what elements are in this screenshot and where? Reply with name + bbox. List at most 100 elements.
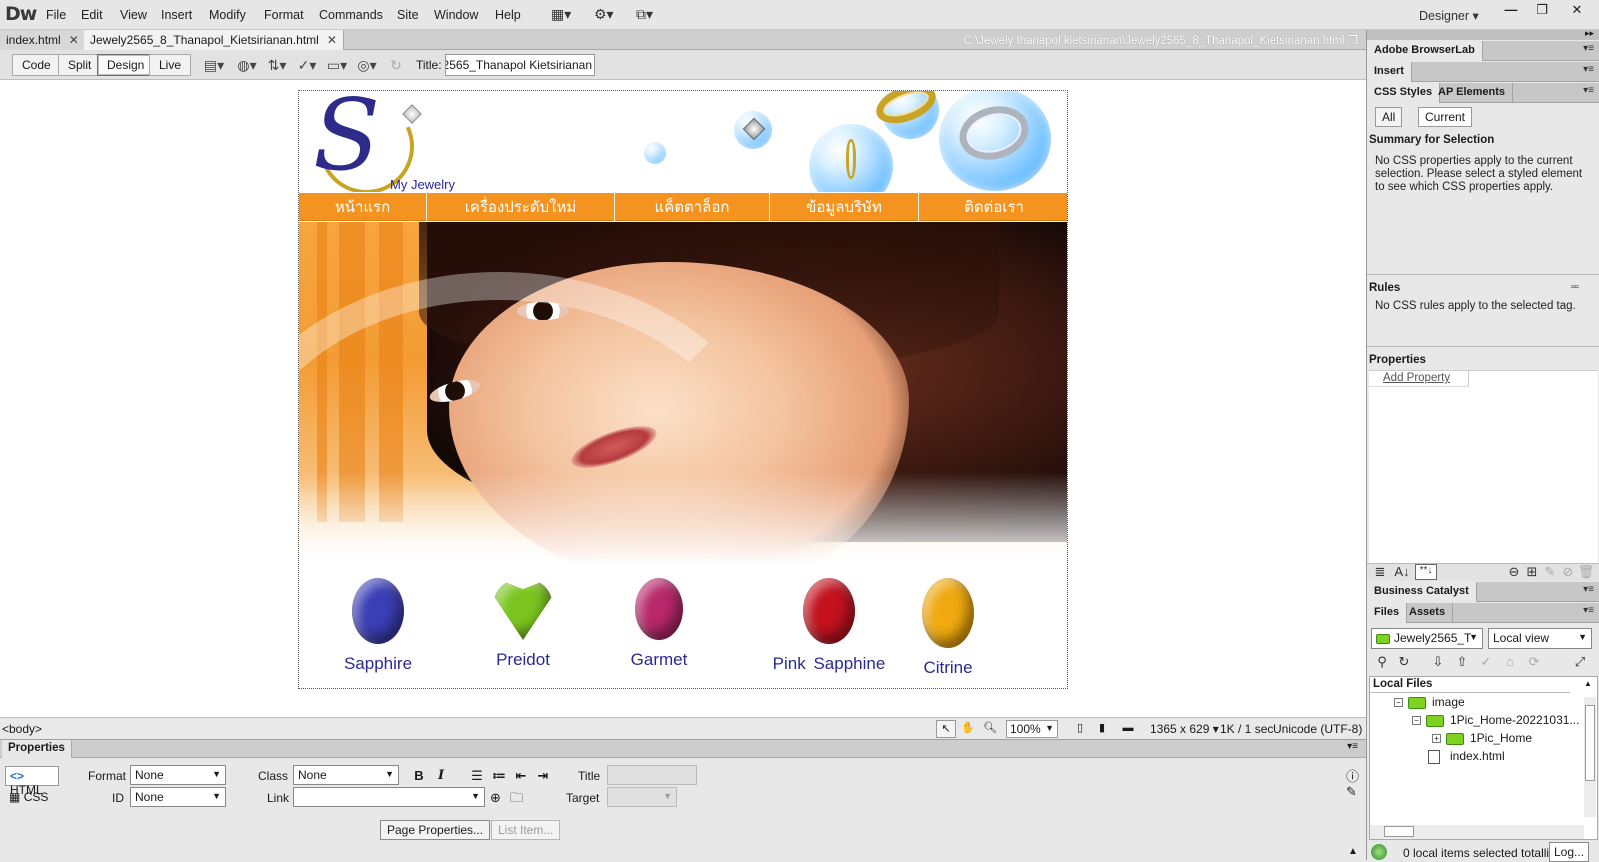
help-icon[interactable]: ⓘ — [1346, 766, 1359, 785]
expand-icon[interactable]: ⤢ — [1571, 654, 1589, 670]
multiscreen-icon[interactable]: ▤▾ — [203, 57, 225, 74]
indent-icon[interactable]: ⇥ — [534, 768, 552, 784]
browserlab-panel-header[interactable]: Adobe BrowserLab ▾≡ — [1367, 41, 1599, 61]
disable-property-icon[interactable]: ⊘ — [1559, 564, 1577, 580]
site-select[interactable]: Jewely2565_T ▼ — [1371, 628, 1483, 649]
log-button[interactable]: Log... — [1549, 842, 1590, 862]
format-select[interactable]: None ▼ — [130, 765, 226, 785]
gem-peridot[interactable]: Preidot — [473, 578, 573, 670]
point-to-file-icon[interactable]: ⊕ — [490, 790, 501, 806]
class-select[interactable]: None ▼ — [293, 765, 399, 785]
hand-tool-icon[interactable]: ✋ — [958, 720, 978, 738]
edit-rule-icon[interactable]: ✎ — [1541, 564, 1559, 580]
page-properties-button[interactable]: Page Properties... — [380, 820, 491, 840]
window-size[interactable]: 1365 x 629 ▾ — [1150, 722, 1219, 736]
menu-help[interactable]: Help — [495, 8, 521, 22]
panel-menu-icon[interactable]: ▾≡ — [1347, 741, 1358, 752]
menu-window[interactable]: Window — [434, 8, 478, 22]
tab-index-html[interactable]: index.html ✕ — [0, 30, 86, 50]
outdent-icon[interactable]: ⇤ — [512, 768, 530, 784]
zoom-tool-icon[interactable]: 🔍︎ — [980, 720, 1000, 738]
attach-stylesheet-icon[interactable]: ⊖ — [1505, 564, 1523, 580]
ordered-list-icon[interactable]: ≔ — [490, 768, 508, 784]
tab-assets[interactable]: Assets — [1402, 603, 1454, 623]
tablet-size-icon[interactable]: ▮ — [1092, 720, 1112, 738]
menu-modify[interactable]: Modify — [209, 8, 246, 22]
css-mode-button[interactable]: ▦ CSS — [5, 788, 59, 808]
check-browser-icon[interactable]: ✓▾ — [296, 57, 318, 74]
html-mode-button[interactable]: <> HTML — [5, 766, 59, 797]
id-select[interactable]: None ▼ — [130, 787, 226, 807]
collapse-dock-icon[interactable]: ▸▸ — [1585, 28, 1594, 39]
design-view[interactable]: S My Jewelry หน้าแรก เครื่องประดับใหม่ แ… — [0, 80, 1366, 717]
unordered-list-icon[interactable]: ☰ — [468, 768, 486, 784]
category-view-icon[interactable]: ≣ — [1371, 564, 1389, 580]
tag-selector[interactable]: <body> — [2, 722, 42, 736]
view-select[interactable]: Local view ▼ — [1488, 628, 1592, 649]
pointer-tool-icon[interactable]: ↖ — [936, 720, 956, 738]
tab-business-catalyst[interactable]: Business Catalyst — [1367, 582, 1477, 602]
tree-folder-image[interactable]: − image — [1370, 695, 1465, 709]
delete-rule-icon[interactable]: 🗑︎ — [1577, 564, 1595, 580]
vertical-scrollbar[interactable] — [1584, 697, 1596, 817]
split-view-button[interactable]: Split — [58, 54, 102, 76]
nav-catalog[interactable]: แค็ตตาล็อก — [615, 193, 770, 222]
gem-garnet[interactable]: Garmet — [609, 578, 709, 670]
scroll-up-icon[interactable]: ▲ — [1584, 679, 1592, 688]
document-title-input[interactable]: Jewely2565_Thanapol Kietsirianan — [445, 54, 595, 76]
connect-icon[interactable]: ⚲ — [1373, 654, 1391, 670]
refresh-icon[interactable]: ↻ — [1395, 654, 1413, 670]
list-item-button[interactable]: List Item... — [491, 820, 561, 840]
desktop-size-icon[interactable]: ▬ — [1118, 720, 1138, 738]
checkin-icon[interactable]: ⌂ — [1501, 654, 1519, 670]
close-button[interactable]: ✕ — [1563, 2, 1591, 18]
live-view-options-icon[interactable]: ◎▾ — [356, 57, 378, 74]
code-view-button[interactable]: Code — [12, 54, 61, 76]
menu-commands[interactable]: Commands — [319, 8, 383, 22]
panel-menu-icon[interactable]: ▾≡ — [1583, 584, 1594, 595]
insert-panel-header[interactable]: Insert ▾≡ — [1367, 62, 1599, 82]
scrollbar-thumb[interactable] — [1585, 705, 1595, 781]
nav-contact[interactable]: ติดต่อเรา — [919, 193, 1067, 222]
show-cascade-icon[interactable]: ▫▫ — [1571, 281, 1579, 293]
css-all-button[interactable]: All — [1375, 107, 1403, 127]
menu-edit[interactable]: Edit — [81, 8, 103, 22]
close-icon[interactable]: ✕ — [69, 33, 79, 47]
panel-menu-icon[interactable]: ▾≡ — [1583, 64, 1594, 75]
preview-browser-icon[interactable]: ◍▾ — [236, 57, 258, 74]
tree-file-index[interactable]: index.html — [1370, 749, 1505, 764]
italic-button[interactable]: I — [432, 768, 450, 783]
menu-insert[interactable]: Insert — [161, 8, 192, 22]
panel-menu-icon[interactable]: ▾≡ — [1583, 43, 1594, 54]
browse-folder-icon[interactable]: 🗀︎ — [510, 789, 523, 811]
workspace-switcher[interactable]: Designer ▾ — [1419, 8, 1479, 23]
scrollbar-thumb[interactable] — [1384, 826, 1414, 837]
panel-menu-icon[interactable]: ▾≡ — [1583, 605, 1594, 616]
get-files-icon[interactable]: ⇩ — [1429, 654, 1447, 670]
nav-about[interactable]: ข้อมูลบริษัท — [770, 193, 919, 222]
nav-home[interactable]: หน้าแรก — [299, 193, 427, 222]
menu-view[interactable]: View — [120, 8, 147, 22]
properties-title[interactable]: Properties — [2, 740, 72, 758]
panel-menu-icon[interactable]: ▾≡ — [1583, 85, 1594, 96]
menu-site[interactable]: Site — [397, 8, 419, 22]
css-current-button[interactable]: Current — [1418, 107, 1473, 127]
sync-icon[interactable]: ⟳ — [1525, 654, 1543, 670]
put-files-icon[interactable]: ⇧ — [1453, 654, 1471, 670]
tab-css-styles[interactable]: CSS Styles — [1367, 83, 1441, 103]
business-catalyst-header[interactable]: Business Catalyst ▾≡ — [1367, 582, 1599, 602]
close-icon[interactable]: ✕ — [327, 33, 337, 47]
add-property-link[interactable]: Add Property — [1383, 372, 1450, 384]
new-css-rule-icon[interactable]: ⊞ — [1523, 564, 1541, 580]
gem-citrine[interactable]: Citrine — [898, 578, 998, 678]
visual-aids-icon[interactable]: ▭▾ — [326, 57, 348, 74]
local-files-header[interactable]: Local Files — [1370, 677, 1570, 693]
collapse-icon[interactable]: ▲ — [1348, 846, 1358, 857]
tab-jewely-html[interactable]: Jewely2565_8_Thanapol_Kietsirianan.html ✕ — [84, 30, 344, 50]
target-select[interactable]: ▼ — [607, 787, 677, 807]
zoom-select[interactable]: 100% ▼ — [1006, 720, 1058, 738]
nav-new-jewelry[interactable]: เครื่องประดับใหม่ — [427, 193, 615, 222]
gem-pink-sapphire[interactable]: Pink Sapphine — [749, 578, 909, 674]
minimize-button[interactable]: — — [1497, 2, 1525, 18]
refresh-icon[interactable]: ↻ — [385, 57, 407, 74]
